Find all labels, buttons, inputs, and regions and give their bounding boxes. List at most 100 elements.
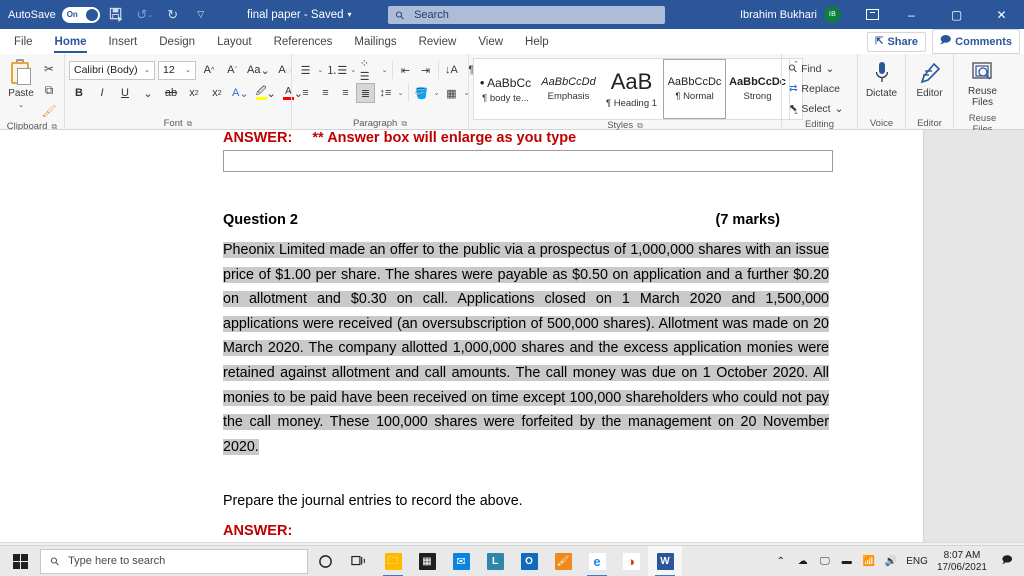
font-dialog-launcher-icon[interactable]: ⧉ [187,119,193,129]
dictate-button[interactable]: Dictate [862,57,901,99]
change-case-icon[interactable]: Aa ⌄ [245,60,272,80]
style-heading-1[interactable]: AaB ¶ Heading 1 [600,59,663,119]
avatar[interactable]: IB [824,6,841,23]
underline-button[interactable]: U [115,83,135,103]
task-view-icon[interactable] [342,546,376,576]
italic-button[interactable]: I [92,83,112,103]
style-body-text[interactable]: • AaBbCc ¶ body te... [474,59,537,119]
maximize-button[interactable]: ▢ [934,0,979,29]
language-indicator[interactable]: ENG [906,546,928,576]
numbering-icon[interactable]: ⒈☰ [326,60,348,80]
windows-start-icon[interactable] [0,546,40,576]
answer-box-1[interactable] [223,150,833,172]
sort-icon[interactable]: ↓A [442,60,461,80]
copy-icon[interactable]: ⧉ [38,80,60,100]
style-emphasis[interactable]: AaBbCcDd Emphasis [537,59,600,119]
select-button[interactable]: ⬉ Select ⌄ [786,99,846,118]
notification-center-icon[interactable]: 🗩 [996,546,1018,576]
tab-file[interactable]: File [0,29,44,54]
chevron-down-icon[interactable]: ⌄ [396,89,405,97]
shrink-font-icon[interactable]: Aˇ [222,60,242,80]
share-button[interactable]: ⇱ Share [867,31,927,52]
bold-button[interactable]: B [69,83,89,103]
scissors-icon[interactable]: ✂ [38,59,60,79]
font-name-input[interactable]: Calibri (Body) ⌄ [69,60,155,80]
chevron-down-icon[interactable]: ⌄ [432,89,441,97]
borders-icon[interactable]: ▦ [442,83,461,103]
align-center-icon[interactable]: ≡ [316,83,335,103]
taskbar-app-mail[interactable]: ✉ [444,546,478,576]
tab-review[interactable]: Review [408,29,468,54]
taskbar-app-linkedin-learning[interactable]: L [478,546,512,576]
styles-dialog-launcher-icon[interactable]: ⧉ [637,121,643,131]
account-name[interactable]: Ibrahim Bukhari [740,9,817,21]
decrease-indent-icon[interactable]: ⇤ [396,60,415,80]
underline-options-icon[interactable]: ⌄ [138,83,158,103]
screen-sync-icon[interactable]: 🖵 [818,546,831,576]
grow-font-icon[interactable]: A ^ [199,60,219,80]
tab-help[interactable]: Help [514,29,560,54]
paste-button[interactable]: Paste ⌄ [4,57,38,111]
text-effects-icon[interactable]: A ⌄ [230,83,251,103]
tab-layout[interactable]: Layout [206,29,263,54]
chevron-down-icon[interactable]: ⌄ [185,66,191,74]
taskbar-app-microsoft-edge[interactable]: e [580,546,614,576]
multilevel-list-icon[interactable]: ⁘☰ [359,58,380,83]
subscript-button[interactable]: x2 [184,83,204,103]
style-strong[interactable]: AaBbCcDc Strong [726,59,789,119]
reuse-files-button[interactable]: Reuse Files [958,57,1007,108]
tab-design[interactable]: Design [148,29,206,54]
cortana-icon[interactable] [308,546,342,576]
tab-insert[interactable]: Insert [97,29,148,54]
chevron-down-icon[interactable]: ⌄ [380,66,389,74]
tab-view[interactable]: View [467,29,514,54]
superscript-button[interactable]: x2 [207,83,227,103]
chevron-down-icon[interactable]: ▾ [348,10,352,19]
undo-icon[interactable]: ↺ ⌄ [134,4,156,26]
save-icon[interactable] [106,4,128,26]
editor-button[interactable]: Editor [910,57,949,99]
taskbar-app-microsoft-office[interactable]: ◑ [614,546,648,576]
document-page[interactable]: ANSWER: ** Answer box will enlarge as yo… [0,130,923,542]
styles-gallery[interactable]: • AaBbCc ¶ body te... AaBbCcDd Emphasis … [473,58,803,120]
taskbar-app-outlook[interactable]: O [512,546,546,576]
close-button[interactable]: ✕ [979,0,1024,29]
taskbar-search-input[interactable]: ⚲ Type here to search [40,548,308,574]
chevron-down-icon[interactable]: ⌄ [826,63,835,75]
chevron-down-icon[interactable]: ⌄ [316,66,325,74]
tab-mailings[interactable]: Mailings [343,29,407,54]
wifi-icon[interactable]: 📶 [862,546,875,576]
question-body-paragraph[interactable]: Pheonix Limited made an offer to the pub… [223,238,829,459]
taskbar-app-painter[interactable]: 🖌 [546,546,580,576]
chevron-down-icon[interactable]: ⌄ [349,66,358,74]
justify-icon[interactable]: ≣ [356,83,375,103]
align-right-icon[interactable]: ≡ [336,83,355,103]
show-hidden-icons[interactable]: ⌃ [774,546,787,576]
document-canvas[interactable]: ANSWER: ** Answer box will enlarge as yo… [0,130,1024,542]
format-painter-icon[interactable]: 🖌 [38,101,60,121]
redo-icon[interactable]: ↻ [162,4,184,26]
customize-quick-access-icon[interactable]: ▽ [190,4,212,26]
tab-home[interactable]: Home [44,29,98,54]
battery-icon[interactable]: ▬ [840,546,853,576]
chevron-down-icon[interactable]: ⌄ [144,66,150,74]
increase-indent-icon[interactable]: ⇥ [416,60,435,80]
ribbon-display-options-icon[interactable] [855,0,889,29]
strikethrough-button[interactable]: ab [161,83,181,103]
minimize-button[interactable]: – [889,0,934,29]
taskbar-app-microsoft-store[interactable]: ▦ [410,546,444,576]
find-button[interactable]: ⚲ Find ⌄ [786,59,846,78]
replace-button[interactable]: ⇄ Replace [786,79,846,98]
bullets-icon[interactable]: ☰ [296,60,315,80]
document-title-area[interactable]: final paper - Saved ▾ [247,0,352,29]
style-normal[interactable]: AaBbCcDc ¶ Normal [663,59,726,119]
shading-icon[interactable]: 🪣 [412,83,431,103]
search-input[interactable]: ⚲ Search [388,6,665,24]
chevron-down-icon[interactable]: ⌄ [835,103,844,115]
paragraph-dialog-launcher-icon[interactable]: ⧉ [401,119,407,129]
volume-icon[interactable]: 🔊 [884,546,897,576]
tab-references[interactable]: References [263,29,344,54]
align-left-icon[interactable]: ≡ [296,83,315,103]
comments-button[interactable]: 🗩 Comments [932,29,1020,54]
taskbar-app-microsoft-word[interactable]: W [648,545,682,576]
